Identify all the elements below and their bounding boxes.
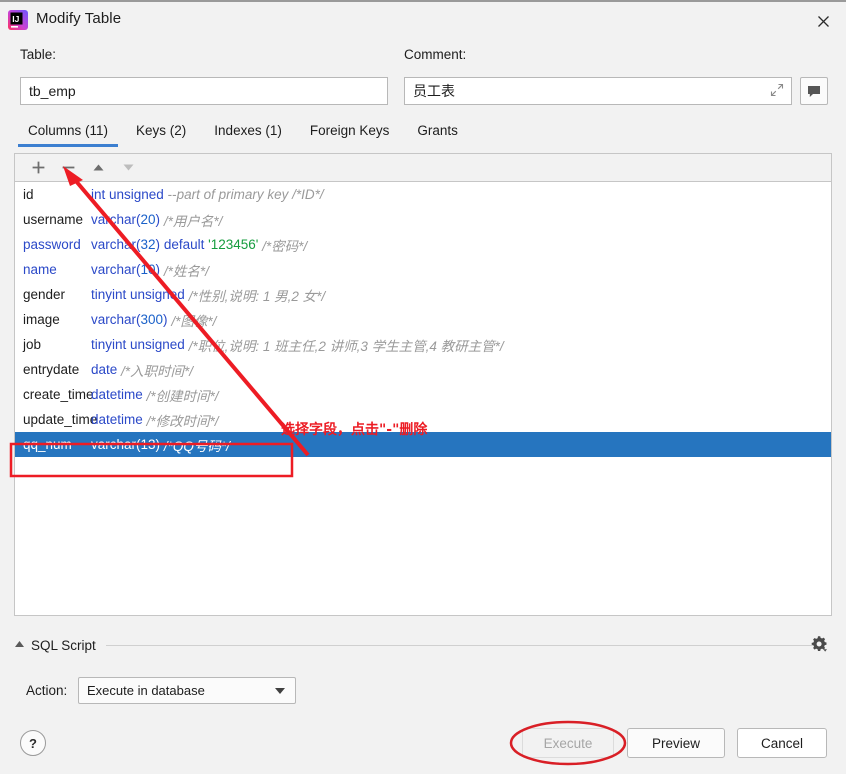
sql-script-section-header[interactable]: SQL Script	[14, 634, 832, 656]
table-row[interactable]: id int unsigned -- part of primary key /…	[15, 182, 831, 207]
table-row[interactable]: image varchar(300) /*图像*/	[15, 307, 831, 332]
column-length: 32	[141, 237, 156, 252]
table-row[interactable]: entrydate date /*入职时间*/	[15, 357, 831, 382]
column-type: datetime	[91, 412, 143, 427]
column-type: tinyint unsigned	[91, 337, 185, 352]
column-type: tinyint unsigned	[91, 287, 185, 302]
tab-foreign-keys-label: Foreign Keys	[310, 123, 390, 138]
column-list[interactable]: id int unsigned -- part of primary key /…	[14, 181, 832, 616]
tab-columns[interactable]: Columns (11)	[14, 121, 122, 147]
triangle-up-icon[interactable]	[14, 640, 25, 650]
column-length: 13	[141, 437, 156, 452]
expand-arrows-icon[interactable]	[770, 83, 784, 99]
gear-icon[interactable]	[806, 631, 830, 655]
table-row[interactable]: password varchar(32) default '123456' /*…	[15, 232, 831, 257]
column-type: int unsigned	[91, 187, 164, 202]
column-default-value: '123456'	[208, 237, 258, 252]
column-default-keyword: default	[164, 237, 205, 252]
column-type: varchar	[91, 212, 136, 227]
column-name: username	[23, 212, 91, 227]
sql-script-title: SQL Script	[31, 638, 96, 653]
table-row[interactable]: update_time datetime /*修改时间*/	[15, 407, 831, 432]
tab-keys[interactable]: Keys (2)	[122, 121, 200, 147]
column-name: password	[23, 237, 91, 252]
comment-value: 员工表	[413, 81, 455, 101]
window-title: Modify Table	[36, 10, 121, 27]
column-type: varchar	[91, 437, 136, 452]
column-comment: /*创建时间*/	[147, 385, 219, 405]
tab-indexes-label: Indexes (1)	[214, 123, 282, 138]
table-row-selected[interactable]: qq_num varchar(13) /*QQ号码*/	[15, 432, 831, 457]
section-divider	[106, 645, 818, 646]
preview-button[interactable]: Preview	[627, 728, 725, 758]
column-name: qq_num	[23, 437, 91, 452]
close-icon[interactable]	[800, 4, 846, 38]
title-bar: IJ Modify Table	[0, 0, 846, 38]
tab-columns-label: Columns (11)	[28, 123, 108, 138]
column-name: image	[23, 312, 91, 327]
column-name: name	[23, 262, 91, 277]
column-comment: /*密码*/	[262, 235, 307, 255]
intellij-idea-icon: IJ	[8, 10, 28, 30]
table-row[interactable]: create_time datetime /*创建时间*/	[15, 382, 831, 407]
column-comment: /*修改时间*/	[147, 410, 219, 430]
comment-field-label: Comment:	[404, 47, 466, 62]
column-extra-dash: --	[168, 187, 177, 202]
column-comment: /*职位,说明: 1 班主任,2 讲师,3 学生主管,4 教研主管*/	[189, 335, 504, 355]
column-list-toolbar	[14, 153, 832, 181]
column-name: update_time	[23, 412, 91, 427]
action-select-value: Execute in database	[87, 683, 205, 698]
column-name: create_time	[23, 387, 91, 402]
column-type: date	[91, 362, 117, 377]
column-type: varchar	[91, 312, 136, 327]
comment-balloon-icon[interactable]	[800, 77, 828, 105]
tab-indexes[interactable]: Indexes (1)	[200, 121, 296, 147]
tab-grants-label: Grants	[417, 123, 458, 138]
comment-input[interactable]: 员工表	[404, 77, 792, 105]
table-row[interactable]: username varchar(20) /*用户名*/	[15, 207, 831, 232]
tab-foreign-keys[interactable]: Foreign Keys	[296, 121, 404, 147]
column-length: 20	[141, 212, 156, 227]
add-column-button[interactable]	[23, 155, 53, 181]
move-up-button[interactable]	[83, 155, 113, 181]
column-comment: /*QQ号码*/	[164, 435, 230, 455]
cancel-button[interactable]: Cancel	[737, 728, 827, 758]
column-length: 10	[141, 262, 156, 277]
column-name: job	[23, 337, 91, 352]
column-comment: /*用户名*/	[164, 210, 223, 230]
column-comment: /*入职时间*/	[121, 360, 193, 380]
table-row[interactable]: name varchar(10) /*姓名*/	[15, 257, 831, 282]
tab-grants[interactable]: Grants	[403, 121, 472, 147]
action-label: Action:	[26, 683, 67, 698]
column-comment: part of primary key /*ID*/	[177, 187, 324, 202]
column-comment: /*图像*/	[171, 310, 216, 330]
column-name: id	[23, 187, 91, 202]
table-field-label: Table:	[20, 47, 56, 62]
execute-button[interactable]: Execute	[522, 728, 614, 758]
move-down-button	[113, 155, 143, 181]
remove-column-button[interactable]	[53, 155, 83, 181]
column-type: varchar	[91, 237, 136, 252]
column-comment: /*姓名*/	[164, 260, 209, 280]
table-row[interactable]: job tinyint unsigned /*职位,说明: 1 班主任,2 讲师…	[15, 332, 831, 357]
table-name-value: tb_emp	[29, 83, 76, 99]
column-name: entrydate	[23, 362, 91, 377]
column-name: gender	[23, 287, 91, 302]
column-comment: /*性别,说明: 1 男,2 女*/	[189, 285, 326, 305]
action-select[interactable]: Execute in database	[78, 677, 296, 704]
table-row[interactable]: gender tinyint unsigned /*性别,说明: 1 男,2 女…	[15, 282, 831, 307]
column-type: varchar	[91, 262, 136, 277]
column-length: 300	[141, 312, 164, 327]
chevron-down-icon[interactable]	[275, 688, 285, 694]
column-type: datetime	[91, 387, 143, 402]
help-button[interactable]: ?	[20, 730, 46, 756]
tab-keys-label: Keys (2)	[136, 123, 186, 138]
svg-text:IJ: IJ	[12, 14, 19, 24]
tab-bar: Columns (11) Keys (2) Indexes (1) Foreig…	[14, 121, 832, 151]
table-name-input[interactable]: tb_emp	[20, 77, 388, 105]
